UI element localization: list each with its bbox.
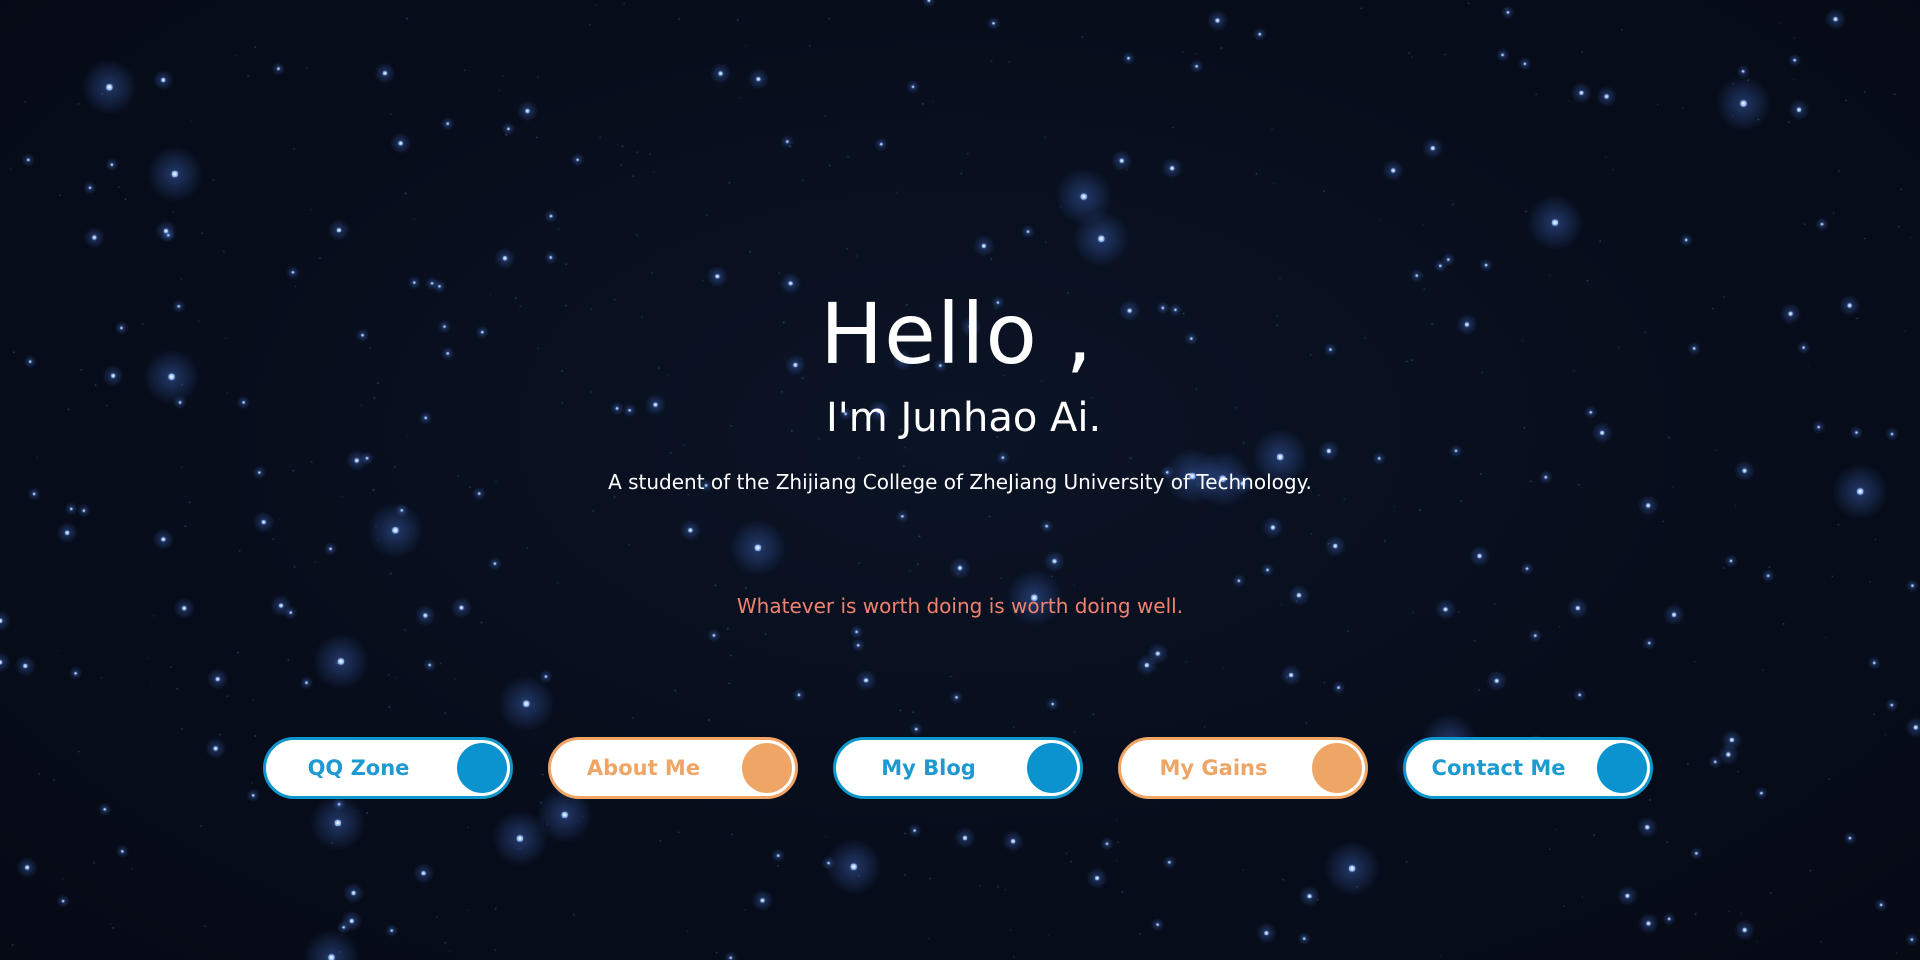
toggle-knob-icon — [1027, 743, 1077, 793]
my-gains-button[interactable]: My Gains — [1118, 737, 1368, 799]
toggle-knob-icon — [457, 743, 507, 793]
about-me-button[interactable]: About Me — [548, 737, 798, 799]
star-canvas — [0, 0, 1920, 960]
my-gains-label: My Gains — [1159, 756, 1268, 780]
my-blog-label: My Blog — [881, 756, 976, 780]
starfield-background: Hello , I'm Junhao Ai. A student of the … — [0, 0, 1920, 960]
about-me-label: About Me — [586, 756, 701, 780]
toggle-knob-icon — [742, 743, 792, 793]
my-blog-button[interactable]: My Blog — [833, 737, 1083, 799]
qq-zone-label: QQ Zone — [307, 756, 410, 780]
contact-me-label: Contact Me — [1431, 756, 1566, 780]
toggle-knob-icon — [1312, 743, 1362, 793]
toggle-knob-icon — [1597, 743, 1647, 793]
qq-zone-button[interactable]: QQ Zone — [263, 737, 513, 799]
contact-me-button[interactable]: Contact Me — [1403, 737, 1653, 799]
nav-buttons: QQ Zone About Me My Blog My Gains Contac… — [0, 737, 1920, 803]
